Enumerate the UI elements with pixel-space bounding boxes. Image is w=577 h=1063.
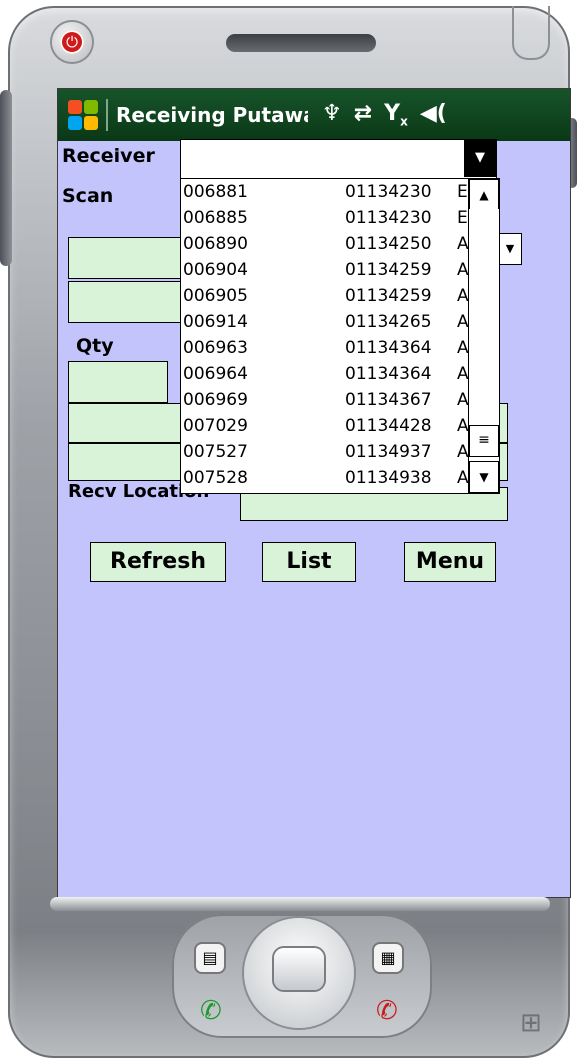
list-item-cell: 01134259: [345, 260, 432, 280]
list-item-cell: 007527: [183, 442, 248, 462]
list-item-cell: 01134230: [345, 208, 432, 228]
refresh-button[interactable]: Refresh: [90, 542, 226, 582]
list-item-cell: 01134367: [345, 390, 432, 410]
list-item-cell: 01134250: [345, 234, 432, 254]
scroll-up-icon[interactable]: ▲: [469, 179, 499, 211]
chevron-down-icon[interactable]: ▼: [464, 139, 496, 177]
list-item-cell: 01134259: [345, 286, 432, 306]
receiver-dropdown-list[interactable]: 006881 01134230 E 006885 01134230 E 006890 0113…: [180, 178, 500, 494]
scroll-thumb[interactable]: ≡: [469, 425, 499, 457]
windows-logo-icon: ⊞: [520, 1008, 542, 1038]
menu-button[interactable]: Menu: [404, 542, 496, 582]
scrollbar[interactable]: ▲ ≡ ▼: [468, 179, 499, 493]
list-item[interactable]: 006881 01134230 E: [181, 179, 499, 205]
windows-flag-icon[interactable]: [66, 98, 100, 132]
list-item-cell: A: [457, 338, 469, 358]
list-item[interactable]: 007527 01134937 A: [181, 439, 499, 465]
list-item[interactable]: 006885 01134230 E: [181, 205, 499, 231]
power-button[interactable]: [52, 22, 92, 62]
item-field[interactable]: [68, 281, 182, 323]
end-call-icon[interactable]: ✆: [376, 996, 398, 1026]
title-separator: [106, 99, 108, 131]
list-item-cell: A: [457, 286, 469, 306]
list-item-cell: A: [457, 442, 469, 462]
list-item-cell: 006904: [183, 260, 248, 280]
app-title: Receiving Putawa: [116, 103, 308, 127]
list-item-cell: 007029: [183, 416, 248, 436]
power-icon: [60, 30, 84, 54]
list-item[interactable]: 006890 01134250 A: [181, 231, 499, 257]
no-signal-icon[interactable]: Yx: [384, 101, 408, 128]
list-item-cell: 01134364: [345, 338, 432, 358]
status-icons: ♆ ⇄ Yx ◀(: [322, 101, 447, 128]
list-item[interactable]: 006905 01134259 A: [181, 283, 499, 309]
list-item-cell: 007528: [183, 468, 248, 488]
receiver-label: Receiver: [62, 145, 155, 167]
speaker-grille: [226, 34, 376, 52]
list-item[interactable]: 006964 01134364 A: [181, 361, 499, 387]
list-item-cell: E: [457, 182, 468, 202]
scroll-track[interactable]: [469, 209, 499, 425]
scroll-down-icon[interactable]: ▼: [469, 461, 499, 493]
list-item-cell: A: [457, 390, 469, 410]
dpad-center-button[interactable]: [274, 948, 324, 990]
speaker-icon[interactable]: ◀(: [420, 101, 447, 128]
list-item-cell: 006964: [183, 364, 248, 384]
receiver-combobox[interactable]: [180, 139, 497, 179]
antenna-icon[interactable]: ♆: [322, 101, 342, 128]
list-item-cell: 006969: [183, 390, 248, 410]
list-item-cell: 01134428: [345, 416, 432, 436]
stylus-slot: [512, 6, 550, 60]
list-item-cell: 01134230: [345, 182, 432, 202]
list-item-cell: 006905: [183, 286, 248, 306]
list-item-cell: A: [457, 364, 469, 384]
chevron-down-icon[interactable]: ▼: [498, 233, 522, 265]
list-item-cell: A: [457, 468, 469, 488]
list-button[interactable]: List: [262, 542, 356, 582]
list-item[interactable]: 006969 01134367 A: [181, 387, 499, 413]
call-icon[interactable]: ✆: [200, 996, 222, 1026]
list-item-cell: A: [457, 416, 469, 436]
scan-label: Scan: [62, 185, 114, 207]
scan-field[interactable]: [68, 237, 182, 279]
list-item-cell: 006881: [183, 182, 248, 202]
list-item-cell: 006963: [183, 338, 248, 358]
list-item-cell: 006890: [183, 234, 248, 254]
list-item[interactable]: 007029 01134428 A: [181, 413, 499, 439]
list-item-cell: A: [457, 312, 469, 332]
sync-arrows-icon[interactable]: ⇄: [354, 101, 372, 128]
list-item[interactable]: 006963 01134364 A: [181, 335, 499, 361]
list-item-cell: 01134364: [345, 364, 432, 384]
list-item-cell: 01134938: [345, 468, 432, 488]
list-item-cell: A: [457, 234, 469, 254]
list-item[interactable]: 006904 01134259 A: [181, 257, 499, 283]
contacts-key-icon[interactable]: ▤: [196, 944, 224, 972]
list-item[interactable]: 006914 01134265 A: [181, 309, 499, 335]
list-item-cell: E: [457, 208, 468, 228]
bottom-bezel: [50, 897, 550, 911]
qty-field[interactable]: [68, 361, 168, 403]
qty-label: Qty: [76, 335, 114, 357]
title-bar: Receiving Putawa ♆ ⇄ Yx ◀(: [58, 89, 570, 141]
list-item-cell: 01134937: [345, 442, 432, 462]
list-item-cell: A: [457, 260, 469, 280]
list-item[interactable]: 007528 01134938 A: [181, 465, 499, 491]
side-button-left[interactable]: [0, 90, 12, 266]
list-item-cell: 01134265: [345, 312, 432, 332]
keyboard-key-icon[interactable]: ▦: [374, 944, 402, 972]
list-item-cell: 006885: [183, 208, 248, 228]
screen: Receiving Putawa ♆ ⇄ Yx ◀( Receiver Scan…: [57, 88, 571, 898]
list-item-cell: 006914: [183, 312, 248, 332]
